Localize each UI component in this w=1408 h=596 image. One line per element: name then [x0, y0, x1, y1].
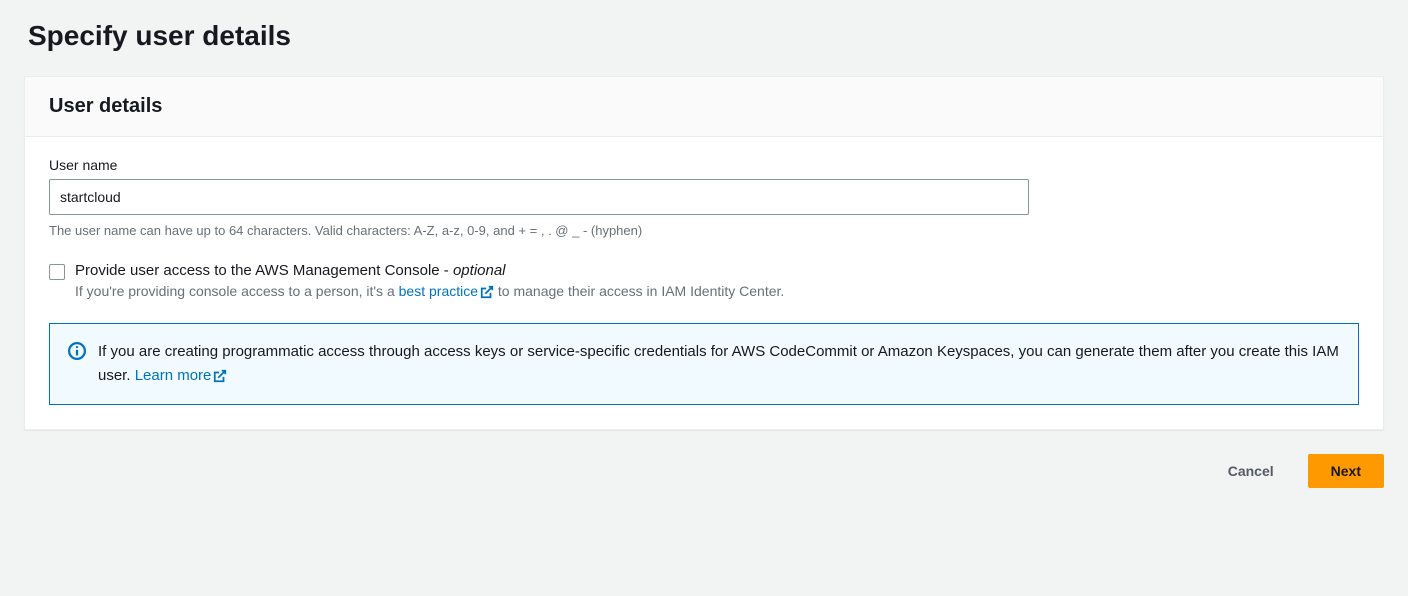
cancel-button[interactable]: Cancel [1206, 454, 1296, 488]
panel-heading: User details [49, 95, 1359, 118]
panel-body: User name The user name can have up to 6… [25, 137, 1383, 429]
best-practice-link[interactable]: best practice [399, 283, 494, 299]
external-link-icon [480, 285, 494, 299]
footer-actions: Cancel Next [24, 454, 1384, 488]
console-access-label: Provide user access to the AWS Managemen… [75, 262, 1359, 279]
console-access-content: Provide user access to the AWS Managemen… [75, 262, 1359, 299]
info-text-prefix: If you are creating programmatic access … [98, 343, 1339, 384]
console-access-label-main: Provide user access to the AWS Managemen… [75, 262, 453, 279]
learn-more-text: Learn more [135, 367, 212, 384]
info-icon [68, 342, 86, 363]
console-access-row: Provide user access to the AWS Managemen… [49, 262, 1359, 299]
external-link-icon [213, 369, 227, 383]
console-access-label-optional: optional [453, 262, 506, 279]
console-access-desc: If you're providing console access to a … [75, 283, 1359, 299]
user-details-panel: User details User name The user name can… [24, 76, 1384, 430]
console-access-checkbox[interactable] [49, 264, 65, 280]
info-box: If you are creating programmatic access … [49, 323, 1359, 405]
console-access-desc-prefix: If you're providing console access to a … [75, 283, 399, 299]
best-practice-link-text: best practice [399, 283, 478, 299]
learn-more-link[interactable]: Learn more [135, 367, 228, 384]
next-button[interactable]: Next [1308, 454, 1384, 488]
panel-header: User details [25, 77, 1383, 137]
username-label: User name [49, 157, 1359, 173]
console-access-desc-suffix: to manage their access in IAM Identity C… [494, 283, 784, 299]
username-input[interactable] [49, 179, 1029, 215]
page-title: Specify user details [28, 20, 1384, 52]
username-hint: The user name can have up to 64 characte… [49, 223, 1359, 238]
info-text: If you are creating programmatic access … [98, 340, 1340, 388]
